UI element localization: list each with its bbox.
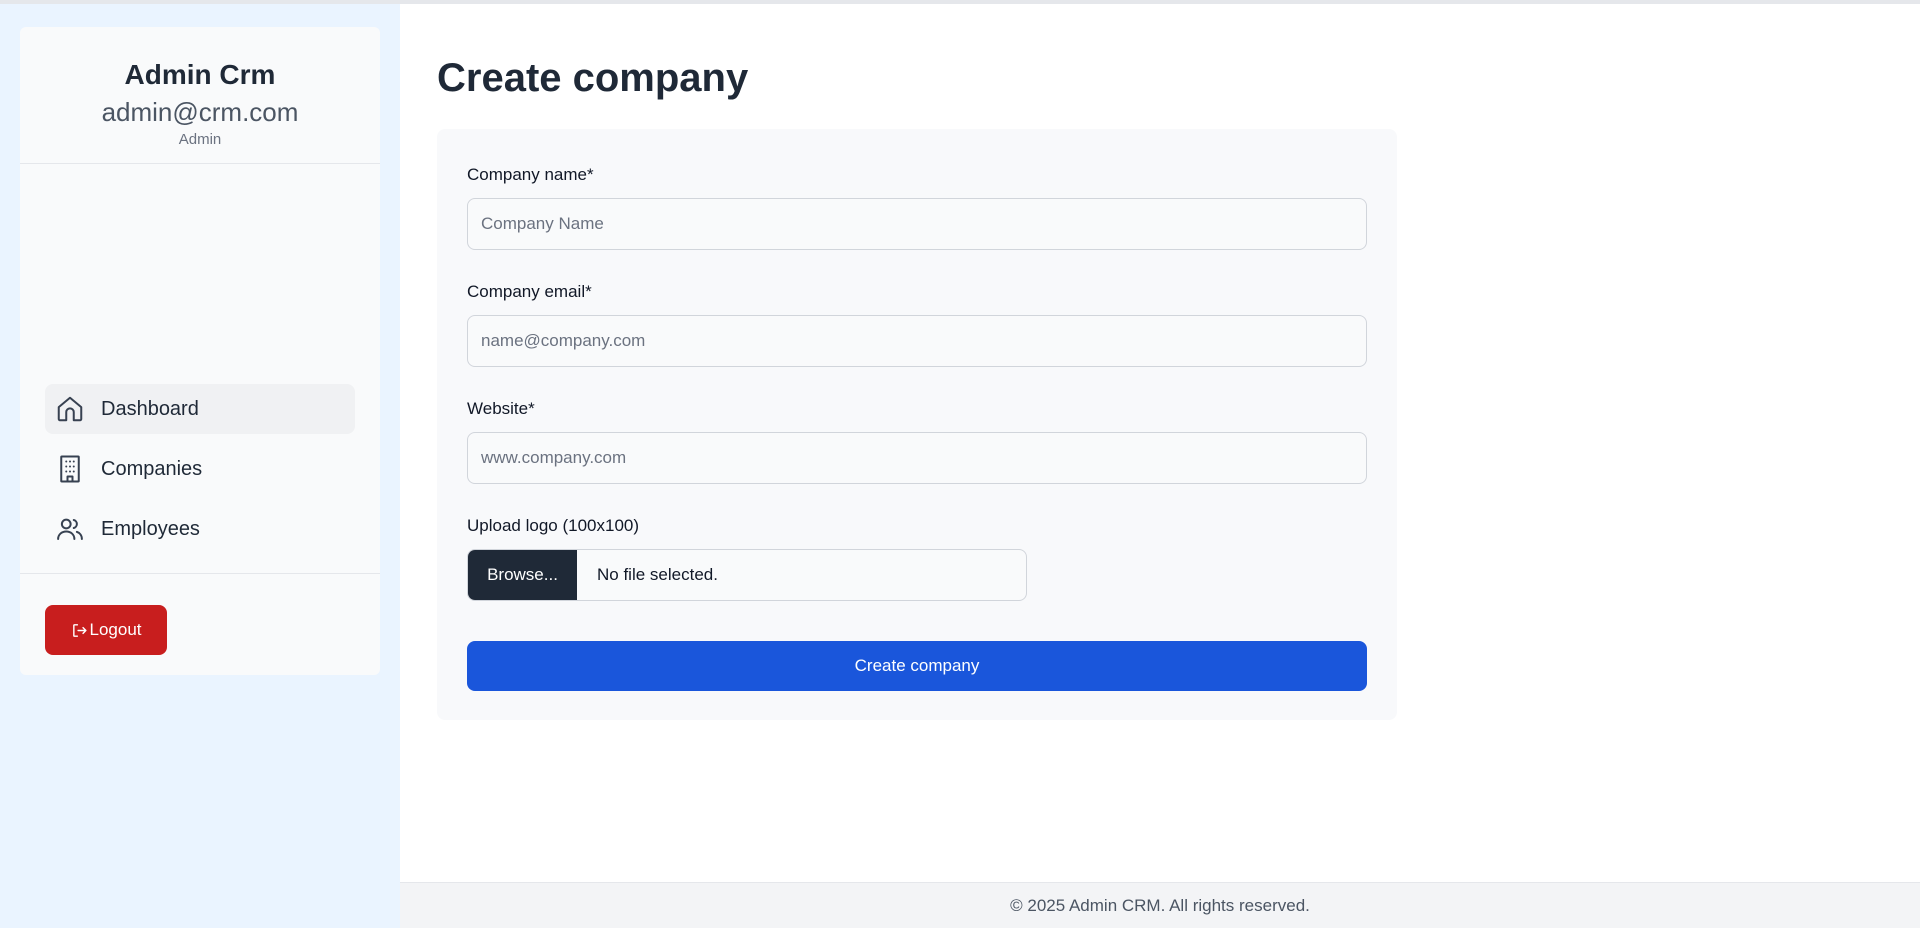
sidebar-item-label: Companies: [101, 457, 203, 480]
company-email-input[interactable]: [467, 315, 1367, 367]
user-role: Admin: [178, 131, 222, 148]
browse-button[interactable]: Browse...: [468, 550, 577, 600]
company-name-input[interactable]: [467, 198, 1367, 250]
sidebar-nav: Dashboard Companies Employees: [45, 384, 355, 564]
sidebar-card: Admin Crm admin@crm.com Admin Dashboard: [20, 27, 380, 675]
sidebar-item-label: Employees: [101, 517, 200, 540]
logo-file-input[interactable]: Browse... No file selected.: [467, 549, 1027, 601]
company-name-label: Company name*: [467, 165, 594, 184]
main-content: Create company Company name* Company ema…: [400, 4, 1920, 882]
sidebar: Admin Crm admin@crm.com Admin Dashboard: [0, 4, 400, 928]
sidebar-item-dashboard[interactable]: Dashboard: [45, 384, 355, 434]
user-profile: Admin Crm admin@crm.com Admin: [20, 27, 380, 164]
users-icon: [55, 514, 85, 544]
sidebar-item-employees[interactable]: Employees: [45, 504, 355, 554]
sidebar-divider: [20, 573, 380, 574]
website-label: Website*: [467, 399, 535, 418]
footer: © 2025 Admin CRM. All rights reserved.: [400, 882, 1920, 928]
logout-label: Logout: [89, 620, 142, 639]
user-name: Admin Crm: [124, 59, 276, 90]
user-email: admin@crm.com: [101, 97, 299, 127]
create-company-button[interactable]: Create company: [467, 641, 1367, 691]
upload-logo-label: Upload logo (100x100): [467, 516, 640, 535]
sidebar-item-label: Dashboard: [101, 397, 199, 420]
page-title: Create company: [437, 56, 749, 100]
logout-icon: [72, 623, 87, 637]
sidebar-item-companies[interactable]: Companies: [45, 444, 355, 494]
building-icon: [55, 454, 85, 484]
create-company-form: Company name* Company email* Website* Up…: [437, 129, 1397, 720]
company-email-label: Company email*: [467, 282, 592, 301]
home-icon: [55, 394, 85, 424]
logout-button[interactable]: Logout: [45, 605, 167, 655]
file-status: No file selected.: [597, 565, 718, 584]
website-input[interactable]: [467, 432, 1367, 484]
footer-text: © 2025 Admin CRM. All rights reserved.: [1010, 895, 1310, 915]
